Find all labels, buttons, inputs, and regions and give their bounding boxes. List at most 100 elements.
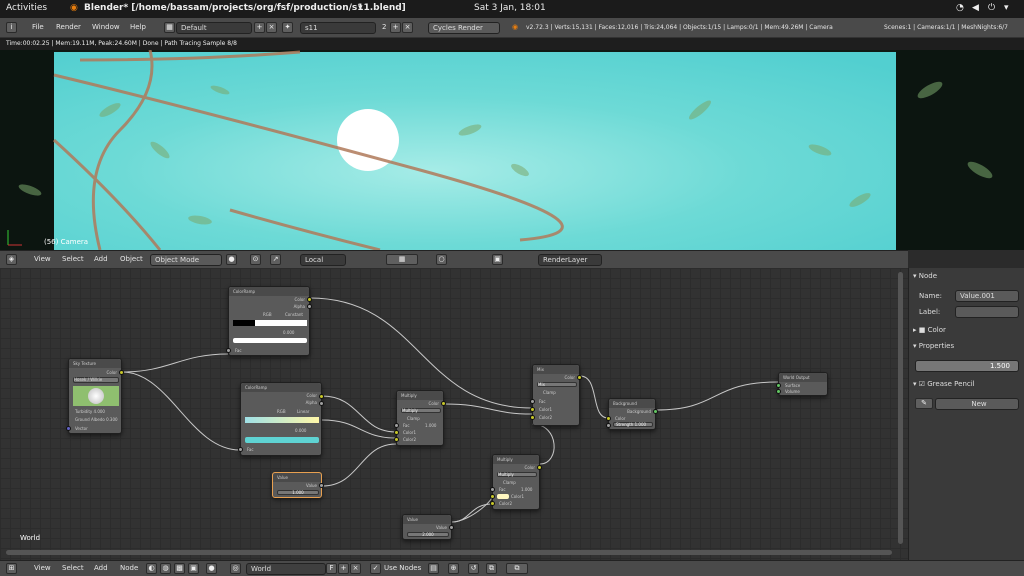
shading-icon[interactable]: ● bbox=[226, 254, 237, 265]
use-nodes-checkbox[interactable]: ✓ bbox=[370, 563, 381, 574]
node-editor[interactable]: Sky Texture Hosek / Wilkie Color Turbidi… bbox=[0, 268, 908, 560]
editor-type-icon[interactable]: ◈ bbox=[6, 254, 17, 265]
copy-icon[interactable]: ⧉ bbox=[486, 563, 497, 574]
ramp-position[interactable]: 0.000 bbox=[283, 330, 294, 335]
grease-pencil-section-header[interactable]: ▾ ☑ Grease Pencil bbox=[913, 380, 975, 388]
new-grease-pencil-button[interactable]: New bbox=[935, 398, 1019, 410]
add-layout-button[interactable]: + bbox=[254, 22, 265, 33]
render-engine-select[interactable]: Cycles Render bbox=[428, 22, 500, 34]
unlink-world-button[interactable]: × bbox=[350, 563, 361, 574]
value-property-field[interactable]: 1.500 bbox=[915, 360, 1019, 372]
output-socket[interactable] bbox=[307, 304, 312, 309]
mixrgb-multiply-node[interactable]: Multiply Color Multiply Clamp Fac 1.000 … bbox=[394, 390, 446, 446]
menu-add[interactable]: Add bbox=[94, 564, 108, 572]
vertical-scrollbar[interactable] bbox=[898, 272, 903, 544]
world-name-field[interactable]: World bbox=[246, 563, 326, 575]
input-socket[interactable] bbox=[530, 415, 535, 420]
color1-swatch[interactable] bbox=[497, 494, 509, 499]
input-socket[interactable] bbox=[66, 426, 71, 431]
fac-value[interactable]: 1.000 bbox=[521, 487, 532, 492]
fac-field[interactable]: Fac bbox=[403, 423, 410, 428]
horizontal-scrollbar[interactable] bbox=[6, 550, 892, 555]
fake-user-button[interactable]: F bbox=[326, 563, 337, 574]
input-socket[interactable] bbox=[606, 416, 611, 421]
interpolation[interactable]: Linear bbox=[297, 409, 309, 414]
colorramp-node[interactable]: ColorRamp Color Alpha RGB Constant 0.000… bbox=[226, 286, 312, 356]
blend-type-select[interactable]: Multiply bbox=[497, 472, 537, 477]
node-name-field[interactable]: Value.001 bbox=[955, 290, 1019, 302]
menu-select[interactable]: Select bbox=[62, 564, 84, 572]
output-socket[interactable] bbox=[319, 401, 324, 406]
paste-icon[interactable]: ⧉ bbox=[506, 563, 528, 574]
input-socket[interactable] bbox=[530, 407, 535, 412]
input-socket[interactable] bbox=[606, 423, 611, 428]
ramp-position[interactable]: 0.000 bbox=[295, 428, 306, 433]
interpolation[interactable]: Constant bbox=[285, 312, 303, 317]
add-world-button[interactable]: + bbox=[338, 563, 349, 574]
input-socket[interactable] bbox=[490, 494, 495, 499]
texture-icon[interactable]: ▩ bbox=[174, 563, 185, 574]
world-output-node[interactable]: World Output Surface Volume bbox=[776, 372, 828, 396]
sky-type-select[interactable]: Hosek / Wilkie bbox=[73, 377, 119, 383]
properties-section-header[interactable]: ▾ Properties bbox=[913, 342, 954, 350]
remove-scene-button[interactable]: × bbox=[402, 22, 413, 33]
world-icon[interactable]: ◍ bbox=[160, 563, 171, 574]
value-node[interactable]: Value Value 2.000 bbox=[402, 514, 454, 540]
clamp-checkbox[interactable]: Clamp bbox=[543, 390, 556, 395]
menu-select[interactable]: Select bbox=[62, 255, 84, 263]
output-socket[interactable] bbox=[449, 525, 454, 530]
output-socket[interactable] bbox=[119, 370, 124, 375]
snap-icon[interactable]: ⊕ bbox=[448, 563, 459, 574]
menu-object[interactable]: Object bbox=[120, 255, 143, 263]
editor-type-icon[interactable]: i bbox=[6, 22, 17, 33]
clamp-checkbox[interactable]: Clamp bbox=[407, 416, 420, 421]
node-section-header[interactable]: ▾ Node bbox=[913, 272, 937, 280]
scene-icon[interactable]: ✦ bbox=[282, 22, 293, 33]
remove-layout-button[interactable]: × bbox=[266, 22, 277, 33]
shader-tree-icon[interactable]: ◐ bbox=[146, 563, 157, 574]
object-shader-icon[interactable]: ● bbox=[206, 563, 217, 574]
value-field[interactable]: 2.000 bbox=[407, 532, 449, 537]
add-scene-button[interactable]: + bbox=[390, 22, 401, 33]
ramp-color[interactable] bbox=[233, 338, 307, 343]
menu-add[interactable]: Add bbox=[94, 255, 108, 263]
output-socket[interactable] bbox=[441, 401, 446, 406]
input-socket[interactable] bbox=[776, 383, 781, 388]
output-socket[interactable] bbox=[319, 394, 324, 399]
input-socket[interactable] bbox=[394, 423, 399, 428]
turbidity-field[interactable]: Turbidity 4.000 bbox=[75, 409, 105, 414]
ramp-color[interactable] bbox=[245, 437, 319, 443]
clock[interactable]: Sat 3 Jan, 18:01 bbox=[474, 3, 546, 13]
value-node[interactable]: Value Value 1.000 bbox=[272, 472, 324, 498]
pencil-icon[interactable]: ✎ bbox=[915, 398, 933, 409]
scene-field[interactable]: s11 bbox=[300, 22, 376, 34]
value-field[interactable]: 1.000 bbox=[277, 490, 319, 495]
background-node[interactable]: Background Background Color Strength 1.0… bbox=[606, 398, 658, 430]
3d-viewport[interactable]: (56) Camera bbox=[0, 50, 1024, 250]
pivot-icon[interactable]: ⊙ bbox=[250, 254, 261, 265]
compositing-icon[interactable]: ▣ bbox=[188, 563, 199, 574]
output-socket[interactable] bbox=[307, 297, 312, 302]
node-label-field[interactable] bbox=[955, 306, 1019, 318]
layers-icon[interactable]: ▦ bbox=[386, 254, 418, 265]
input-socket[interactable] bbox=[394, 437, 399, 442]
output-socket[interactable] bbox=[653, 409, 658, 414]
power-icon[interactable]: ⏻ bbox=[988, 3, 995, 13]
mode-select[interactable]: Object Mode bbox=[150, 254, 222, 266]
mixrgb-multiply-node[interactable]: Multiply Color Multiply Clamp Fac 1.000 … bbox=[490, 454, 542, 510]
render-icon[interactable]: ▣ bbox=[492, 254, 503, 265]
render-layer-field[interactable]: RenderLayer bbox=[538, 254, 602, 266]
lock-icon[interactable]: ○ bbox=[436, 254, 447, 265]
volume-icon[interactable]: ◀ bbox=[972, 3, 979, 13]
output-socket[interactable] bbox=[577, 375, 582, 380]
input-socket[interactable] bbox=[490, 487, 495, 492]
fac-field[interactable]: Fac bbox=[499, 487, 506, 492]
colorramp-node[interactable]: ColorRamp Color Alpha RGB Linear 0.000 F… bbox=[238, 382, 324, 456]
manipulator-icon[interactable]: ↗ bbox=[270, 254, 281, 265]
chevron-down-icon[interactable]: ▾ bbox=[1004, 3, 1009, 13]
menu-view[interactable]: View bbox=[34, 564, 51, 572]
color-section-header[interactable]: ▸ ■ Color bbox=[913, 326, 946, 334]
menu-file[interactable]: File bbox=[32, 23, 44, 31]
color-mode[interactable]: RGB bbox=[263, 312, 272, 317]
input-socket[interactable] bbox=[394, 430, 399, 435]
